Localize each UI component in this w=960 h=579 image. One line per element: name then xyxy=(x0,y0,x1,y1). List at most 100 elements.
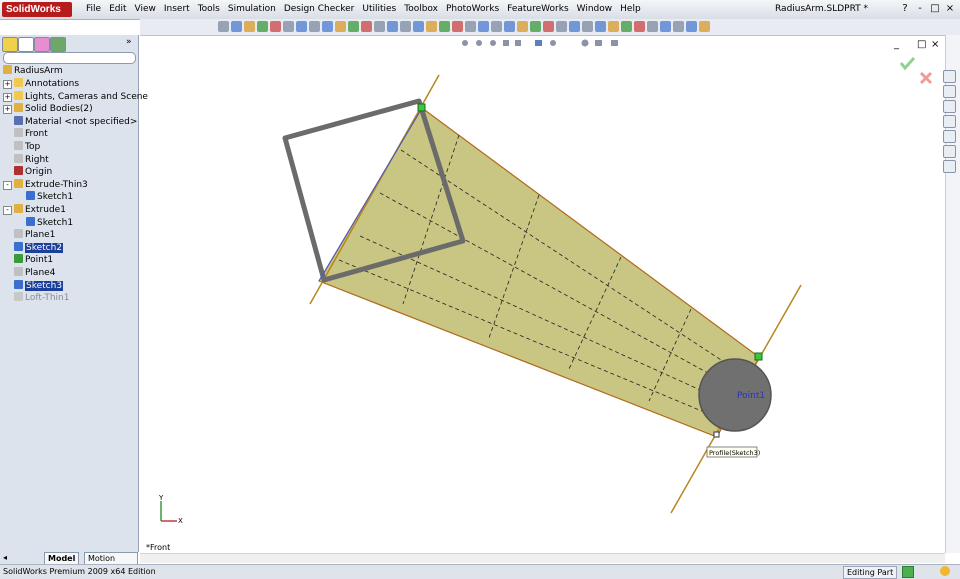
menu-toolbox[interactable]: Toolbox xyxy=(400,0,442,19)
menu-simulation[interactable]: Simulation xyxy=(224,0,280,19)
view-palette-icon[interactable] xyxy=(943,130,956,143)
feature-manager-tab-icon[interactable] xyxy=(2,37,18,52)
toolbar-button-icon[interactable] xyxy=(647,21,658,32)
toolbar-button-icon[interactable] xyxy=(660,21,671,32)
toolbar-button-icon[interactable] xyxy=(504,21,515,32)
tree-item-plane4[interactable]: Plane4 xyxy=(14,267,55,279)
help-button[interactable]: ? xyxy=(898,2,912,16)
tree-root-part[interactable]: RadiusArm xyxy=(3,65,63,77)
toolbar-button-icon[interactable] xyxy=(452,21,463,32)
toolbar-button-icon[interactable] xyxy=(621,21,632,32)
toolbar-button-icon[interactable] xyxy=(556,21,567,32)
profile-connector-point[interactable] xyxy=(713,431,720,438)
toolbar-button-icon[interactable] xyxy=(699,21,710,32)
tree-item-lights-cameras-and-scene[interactable]: Lights, Cameras and Scene xyxy=(14,90,148,103)
menu-edit[interactable]: Edit xyxy=(105,0,130,19)
tree-filter-input[interactable] xyxy=(3,52,136,64)
toolbar-button-icon[interactable] xyxy=(595,21,606,32)
toolbar-button-icon[interactable] xyxy=(322,21,333,32)
toolbar-button-icon[interactable] xyxy=(673,21,684,32)
tree-item-sketch1[interactable]: Sketch1 xyxy=(26,216,73,229)
toolbar-button-icon[interactable] xyxy=(426,21,437,32)
menu-tools[interactable]: Tools xyxy=(194,0,224,19)
tree-item-front[interactable]: Front xyxy=(14,128,48,140)
resources-icon[interactable] xyxy=(943,70,956,83)
close-button[interactable]: × xyxy=(943,2,957,16)
toolbar-button-icon[interactable] xyxy=(478,21,489,32)
toolbar-button-icon[interactable] xyxy=(283,21,294,32)
menu-utilities[interactable]: Utilities xyxy=(358,0,400,19)
menu-photoworks[interactable]: PhotoWorks xyxy=(442,0,503,19)
tree-item-extrude1[interactable]: Extrude1 xyxy=(14,204,66,216)
scroll-left-icon[interactable]: ◂ xyxy=(3,553,7,562)
panel-expand-icon[interactable]: » xyxy=(126,37,132,47)
toolbar-button-icon[interactable] xyxy=(517,21,528,32)
toolbar-button-icon[interactable] xyxy=(634,21,645,32)
toolbar-button-icon[interactable] xyxy=(413,21,424,32)
tree-item-sketch1[interactable]: Sketch1 xyxy=(26,191,73,203)
toolbar-button-icon[interactable] xyxy=(387,21,398,32)
doc-close-button[interactable]: × xyxy=(931,39,939,50)
toolbar-button-icon[interactable] xyxy=(270,21,281,32)
toolbar-button-icon[interactable] xyxy=(543,21,554,32)
dimxpert-tab-icon[interactable] xyxy=(50,37,66,52)
menu-insert[interactable]: Insert xyxy=(160,0,194,19)
menu-window[interactable]: Window xyxy=(573,0,617,19)
tree-item-material-not-specified[interactable]: Material <not specified> xyxy=(14,115,137,128)
file-explorer-icon[interactable] xyxy=(943,100,956,113)
toolbar-button-icon[interactable] xyxy=(400,21,411,32)
toolbar-button-icon[interactable] xyxy=(569,21,580,32)
expand-icon[interactable]: + xyxy=(3,92,12,102)
tree-item-top[interactable]: Top xyxy=(14,141,40,153)
toolbar-button-icon[interactable] xyxy=(439,21,450,32)
toolbar-button-icon[interactable] xyxy=(530,21,541,32)
property-manager-tab-icon[interactable] xyxy=(18,37,34,52)
tree-item-sketch3[interactable]: Sketch3 xyxy=(14,279,64,292)
toolbar-button-icon[interactable] xyxy=(374,21,385,32)
horizontal-scrollbar[interactable] xyxy=(140,553,945,563)
tree-item-plane1[interactable]: Plane1 xyxy=(14,229,55,241)
graphics-viewport[interactable]: _ □ × Point1 Profile(Sketch3) Y X xyxy=(139,35,945,553)
loft-surface[interactable] xyxy=(318,107,760,438)
toolbar-button-icon[interactable] xyxy=(257,21,268,32)
tree-item-annotations[interactable]: Annotations xyxy=(14,78,79,90)
tree-item-loft-thin1[interactable]: Loft-Thin1 xyxy=(14,292,69,304)
menu-file[interactable]: File xyxy=(82,0,105,19)
search-icon[interactable] xyxy=(943,115,956,128)
collapse-icon[interactable]: - xyxy=(3,180,12,190)
toolbar-button-icon[interactable] xyxy=(335,21,346,32)
toolbar-button-icon[interactable] xyxy=(491,21,502,32)
tree-item-sketch2[interactable]: Sketch2 xyxy=(14,241,64,254)
toolbar-button-icon[interactable] xyxy=(686,21,697,32)
tree-item-extrude-thin3[interactable]: Extrude-Thin3 xyxy=(14,178,88,191)
custom-properties-icon[interactable] xyxy=(943,160,956,173)
doc-minimize-button[interactable]: _ xyxy=(893,39,900,50)
tree-item-right[interactable]: Right xyxy=(14,153,49,166)
tree-item-solid-bodies-2[interactable]: Solid Bodies(2) xyxy=(14,103,93,115)
toolbar-button-icon[interactable] xyxy=(582,21,593,32)
doc-restore-button[interactable]: □ xyxy=(917,39,926,50)
cancel-x-icon[interactable] xyxy=(919,71,933,85)
toolbar-button-icon[interactable] xyxy=(244,21,255,32)
expand-icon[interactable]: + xyxy=(3,105,12,115)
toolbar-button-icon[interactable] xyxy=(218,21,229,32)
toolbar-button-icon[interactable] xyxy=(608,21,619,32)
sketch-point-top[interactable] xyxy=(417,103,426,112)
collapse-icon[interactable]: - xyxy=(3,206,12,215)
expand-icon[interactable]: + xyxy=(3,80,12,89)
toolbar-button-icon[interactable] xyxy=(231,21,242,32)
help-icon[interactable] xyxy=(940,566,950,576)
appearances-icon[interactable] xyxy=(943,145,956,158)
tree-item-origin[interactable]: Origin xyxy=(14,166,52,178)
toolbar-button-icon[interactable] xyxy=(465,21,476,32)
configuration-manager-tab-icon[interactable] xyxy=(34,37,50,52)
heads-up-view-toolbar[interactable] xyxy=(461,39,621,48)
design-library-icon[interactable] xyxy=(943,85,956,98)
toolbar-button-icon[interactable] xyxy=(361,21,372,32)
minimize-button[interactable]: - xyxy=(913,2,927,16)
toolbar-button-icon[interactable] xyxy=(296,21,307,32)
menu-view[interactable]: View xyxy=(131,0,160,19)
sketch-point-bottom[interactable] xyxy=(754,352,763,361)
solidworks-logo[interactable]: SolidWorks xyxy=(2,2,72,17)
menu-help[interactable]: Help xyxy=(616,0,645,19)
